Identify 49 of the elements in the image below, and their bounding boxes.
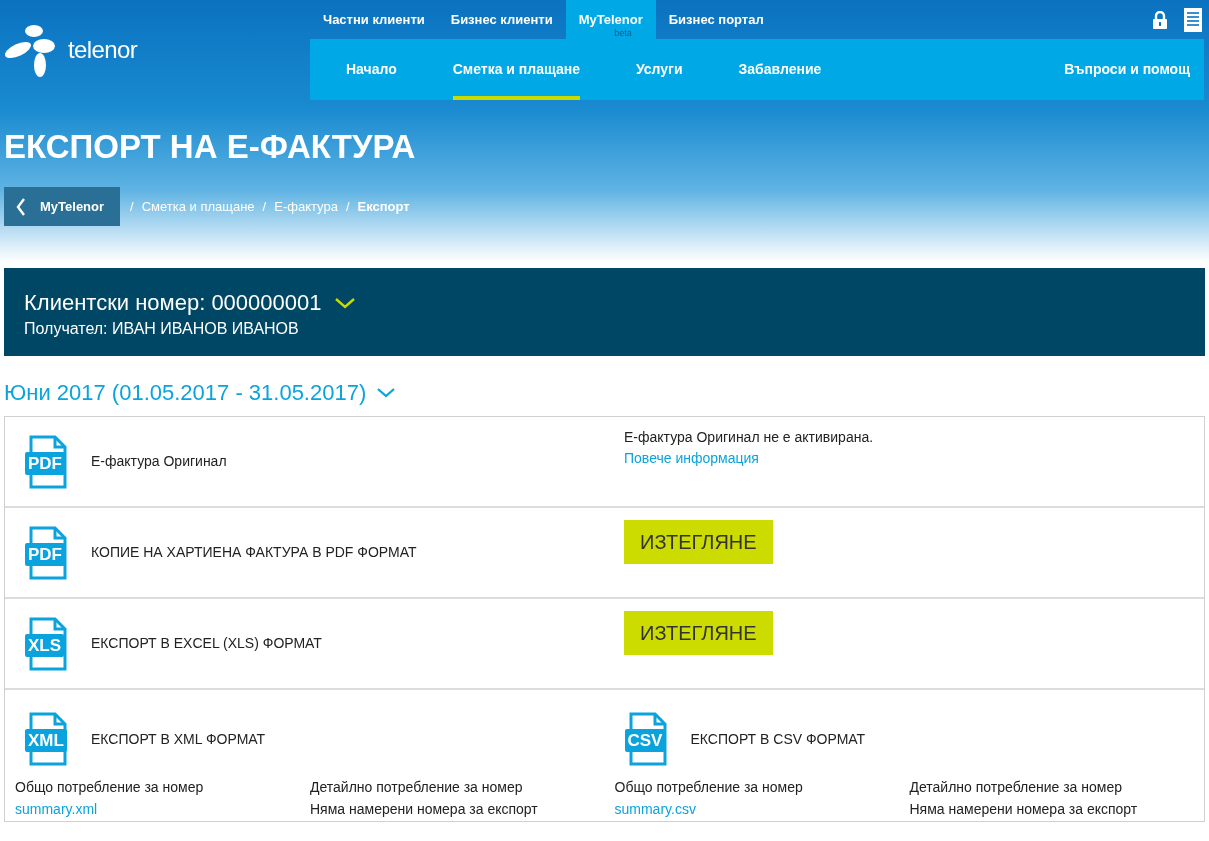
chevron-down-icon[interactable] (376, 386, 397, 398)
breadcrumb-link[interactable]: Сметка и плащане (141, 196, 255, 217)
file-type-label: PDF (25, 451, 65, 475)
menu-icon[interactable] (1184, 7, 1202, 32)
nav-tab[interactable]: Бизнес клиенти (437, 0, 566, 39)
download-button[interactable]: ИЗТЕГЛЯНЕ (624, 610, 773, 655)
breadcrumb-link[interactable]: Експорт (357, 196, 410, 217)
nav-tab[interactable]: Сметка и плащане (452, 39, 580, 100)
period-selector[interactable]: Юни 2017 (01.05.2017 - 31.05.2017) (4, 375, 367, 409)
empty-note: Няма намерени номера за експорт (310, 800, 539, 819)
row-title: ЕКСПОРТ В EXCEL (XLS) ФОРМАТ (91, 634, 322, 653)
client-number: Клиентски номер: 000000001 (24, 289, 322, 317)
status-note: Е-фактура Оригинал не е активирана. (624, 428, 875, 447)
summary-label: Общо потребление за номер (614, 778, 804, 797)
detail-label: Детайлно потребление за номер (310, 778, 524, 797)
file-type-label: PDF (25, 542, 65, 566)
back-button[interactable]: MyTelenor (4, 187, 120, 226)
beta-label: beta (614, 29, 632, 38)
logo-text: telenor (68, 35, 138, 65)
chevron-down-icon[interactable] (333, 296, 356, 309)
nav-tab[interactable]: Частни клиенти (310, 0, 438, 39)
file-type-label: CSV (624, 729, 666, 752)
nav-tab[interactable]: Забавление (738, 39, 822, 100)
file-type-label: XLS (25, 633, 65, 657)
recipient-text: Получател: ИВАН ИВАНОВ ИВАНОВ (24, 319, 300, 339)
nav-tab[interactable]: Бизнес портал (655, 0, 777, 39)
nav-tab[interactable]: Начало (346, 39, 397, 100)
row-title: Е-фактура Оригинал (91, 452, 227, 471)
breadcrumb-separator: / (261, 197, 268, 216)
file-link[interactable]: summary.csv (614, 798, 696, 820)
row-title: КОПИЕ НА ХАРТИЕНА ФАКТУРА В PDF ФОРМАТ (91, 543, 417, 562)
file-link[interactable]: summary.xml (15, 798, 98, 820)
row-title: ЕКСПОРТ В XML ФОРМАТ (91, 729, 266, 749)
page-title: ЕКСПОРТ НА Е-ФАКТУРА (3, 130, 417, 163)
file-type-label: XML (25, 729, 67, 752)
info-link[interactable]: Повече информация (624, 448, 759, 469)
row-title: ЕКСПОРТ В CSV ФОРМАТ (690, 729, 866, 749)
nav-link[interactable]: Въпроси и помощ (1064, 39, 1204, 100)
nav-tab[interactable]: Услуги (636, 39, 683, 100)
summary-label: Общо потребление за номер (15, 778, 205, 797)
chevron-left-icon (16, 197, 26, 216)
breadcrumb-separator: / (129, 197, 135, 216)
nav-tab[interactable]: MyTelenor beta (565, 0, 656, 39)
lock-icon[interactable] (1152, 10, 1168, 29)
breadcrumb-separator: / (344, 197, 351, 216)
detail-label: Детайлно потребление за номер (909, 778, 1123, 797)
empty-note: Няма намерени номера за експорт (909, 800, 1139, 819)
download-button[interactable]: ИЗТЕГЛЯНЕ (624, 519, 773, 564)
breadcrumb-link[interactable]: Е-фактура (274, 196, 338, 217)
